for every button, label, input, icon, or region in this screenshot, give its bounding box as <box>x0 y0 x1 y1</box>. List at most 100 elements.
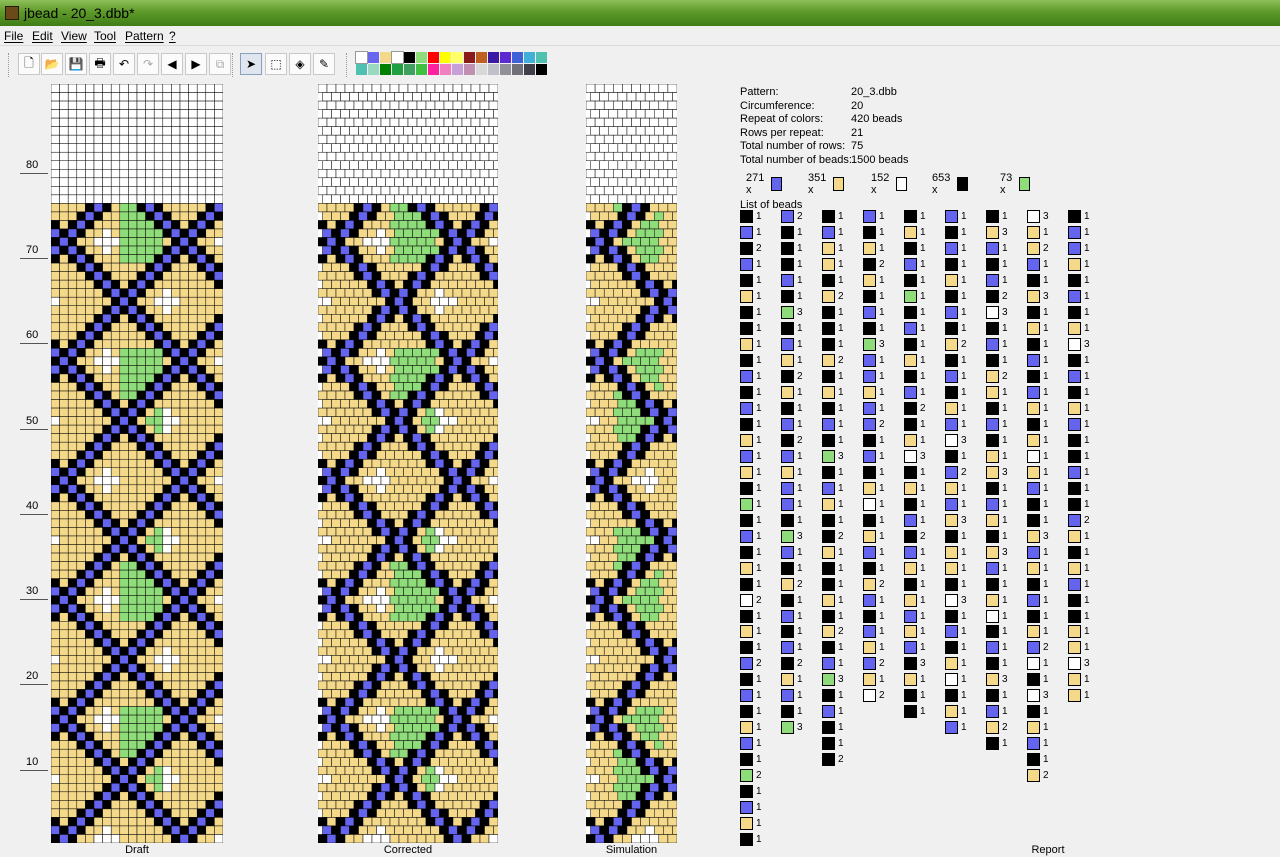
bead-cell[interactable] <box>51 117 60 127</box>
bead-cell[interactable] <box>380 578 391 588</box>
bead-cell[interactable] <box>110 638 121 648</box>
bead-cell[interactable] <box>658 288 669 298</box>
bead-cell[interactable] <box>367 382 377 392</box>
bead-cell[interactable] <box>326 271 337 281</box>
bead-cell[interactable] <box>434 271 445 281</box>
bead-cell[interactable] <box>322 160 332 170</box>
bead-cell[interactable] <box>430 740 440 750</box>
bead-cell[interactable] <box>153 365 164 375</box>
bead-cell[interactable] <box>85 169 95 179</box>
bead-cell[interactable] <box>59 441 69 451</box>
bead-cell[interactable] <box>335 493 346 503</box>
bead-cell[interactable] <box>335 271 346 281</box>
bead-cell[interactable] <box>110 296 121 306</box>
bead-cell[interactable] <box>663 279 673 289</box>
bead-cell[interactable] <box>407 714 418 724</box>
bead-cell[interactable] <box>145 100 155 110</box>
bead-cell[interactable] <box>389 476 400 486</box>
bead-cell[interactable] <box>188 672 198 682</box>
bead-cell[interactable] <box>367 331 377 341</box>
bead-cell[interactable] <box>145 646 155 656</box>
bead-cell[interactable] <box>421 757 431 767</box>
bead-cell[interactable] <box>644 92 655 102</box>
bead-cell[interactable] <box>110 578 121 588</box>
bead-cell[interactable] <box>196 621 207 631</box>
bead-cell[interactable] <box>608 535 619 545</box>
bead-cell[interactable] <box>67 424 78 434</box>
bead-cell[interactable] <box>136 322 146 332</box>
bead-cell[interactable] <box>136 194 146 204</box>
bead-cell[interactable] <box>362 731 373 741</box>
bead-cell[interactable] <box>326 203 337 213</box>
bead-cell[interactable] <box>67 390 78 400</box>
bead-cell[interactable] <box>631 220 641 230</box>
bead-cell[interactable] <box>479 424 490 434</box>
bead-cell[interactable] <box>649 663 660 673</box>
bead-cell[interactable] <box>188 527 198 537</box>
bead-cell[interactable] <box>380 783 391 793</box>
bead-cell[interactable] <box>649 578 660 588</box>
bead-cell[interactable] <box>128 612 138 622</box>
bead-cell[interactable] <box>470 254 481 264</box>
bead-cell[interactable] <box>196 817 207 827</box>
bead-cell[interactable] <box>59 621 69 631</box>
bead-cell[interactable] <box>667 100 677 110</box>
bead-cell[interactable] <box>484 279 494 289</box>
bead-cell[interactable] <box>371 151 382 162</box>
bead-cell[interactable] <box>586 663 596 673</box>
bead-cell[interactable] <box>188 151 198 162</box>
bead-cell[interactable] <box>145 484 155 494</box>
bead-cell[interactable] <box>196 493 207 503</box>
bead-cell[interactable] <box>644 706 655 716</box>
bead-cell[interactable] <box>119 160 129 170</box>
bead-cell[interactable] <box>371 322 382 332</box>
bead-cell[interactable] <box>389 424 400 434</box>
bead-cell[interactable] <box>626 467 637 477</box>
bead-cell[interactable] <box>403 689 413 699</box>
bead-cell[interactable] <box>85 646 95 656</box>
bead-cell[interactable] <box>153 723 164 733</box>
bead-cell[interactable] <box>119 467 129 477</box>
bead-cell[interactable] <box>672 382 677 392</box>
bead-cell[interactable] <box>412 433 422 443</box>
bead-cell[interactable] <box>493 723 499 733</box>
bead-cell[interactable] <box>640 271 650 281</box>
bead-cell[interactable] <box>171 561 181 571</box>
bead-cell[interactable] <box>102 825 112 835</box>
bead-cell[interactable] <box>434 237 445 247</box>
bead-cell[interactable] <box>672 791 677 801</box>
bead-cell[interactable] <box>171 305 181 315</box>
bead-cell[interactable] <box>67 808 78 818</box>
bead-cell[interactable] <box>599 638 609 648</box>
bead-cell[interactable] <box>608 194 619 204</box>
bead-cell[interactable] <box>663 109 673 119</box>
bead-cell[interactable] <box>188 740 198 750</box>
bead-cell[interactable] <box>136 723 146 733</box>
bead-cell[interactable] <box>76 356 86 366</box>
bead-cell[interactable] <box>59 697 69 707</box>
bead-cell[interactable] <box>672 296 677 306</box>
bead-cell[interactable] <box>136 151 146 162</box>
bead-cell[interactable] <box>367 194 377 204</box>
bead-cell[interactable] <box>663 314 673 324</box>
bead-cell[interactable] <box>153 493 164 503</box>
bead-cell[interactable] <box>443 407 454 417</box>
bead-cell[interactable] <box>153 476 164 486</box>
bead-cell[interactable] <box>649 646 660 656</box>
bead-cell[interactable] <box>644 774 655 784</box>
bead-cell[interactable] <box>119 535 129 545</box>
bead-cell[interactable] <box>188 731 198 741</box>
bead-cell[interactable] <box>67 220 78 230</box>
bead-cell[interactable] <box>635 808 646 818</box>
bead-cell[interactable] <box>626 228 637 238</box>
bead-cell[interactable] <box>385 552 395 562</box>
bead-cell[interactable] <box>85 228 95 238</box>
bead-cell[interactable] <box>461 203 472 213</box>
bead-cell[interactable] <box>640 578 650 588</box>
bead-cell[interactable] <box>67 271 78 281</box>
bead-cell[interactable] <box>631 407 641 417</box>
bead-cell[interactable] <box>188 493 198 503</box>
bead-cell[interactable] <box>457 672 467 682</box>
bead-cell[interactable] <box>608 757 619 767</box>
bead-cell[interactable] <box>416 390 427 400</box>
